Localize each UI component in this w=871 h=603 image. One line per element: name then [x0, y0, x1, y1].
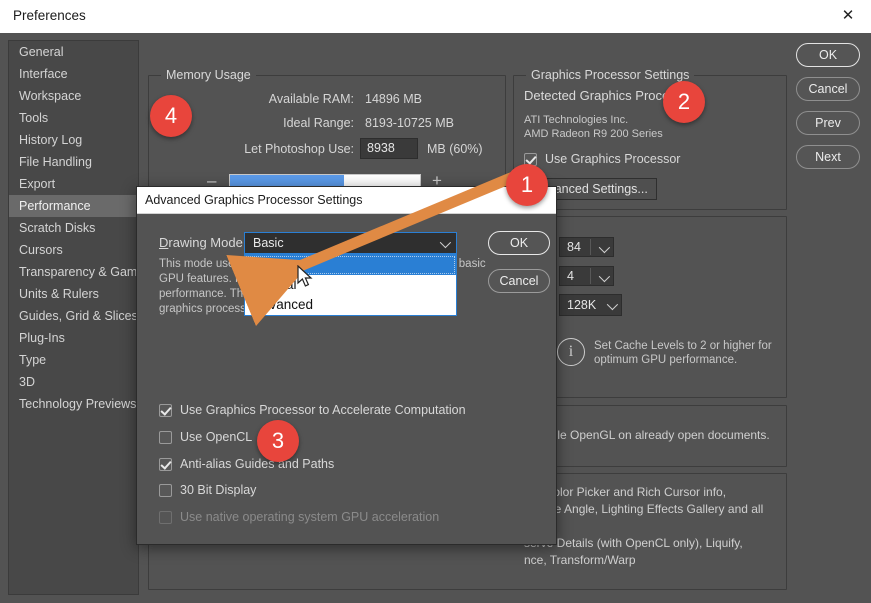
page-title: Preferences	[13, 8, 86, 23]
use-graphics-processor-row[interactable]: Use Graphics Processor	[524, 152, 680, 166]
drawing-mode-label-rest: rawing Mode:	[168, 235, 247, 250]
use-opencl-label: Use OpenCL	[180, 430, 253, 444]
cache-tile-size-value: 128K	[567, 298, 597, 312]
sidebar-item-scratch-disks[interactable]: Scratch Disks	[9, 217, 138, 239]
advanced-dialog-cancel-button[interactable]: Cancel	[488, 269, 550, 293]
graphics-processor-legend: Graphics Processor Settings	[526, 68, 695, 82]
anti-alias-guides-row[interactable]: Anti-alias Guides and Paths	[159, 457, 334, 471]
sidebar-item-units-rulers[interactable]: Units & Rulers	[9, 283, 138, 305]
gpu-description-line-1: t enable OpenGL on already open document…	[524, 428, 770, 442]
accelerate-computation-row[interactable]: Use Graphics Processor to Accelerate Com…	[159, 403, 466, 417]
anti-alias-guides-label: Anti-alias Guides and Paths	[180, 457, 335, 471]
history-states-value: 84	[567, 240, 581, 254]
native-os-gpu-row: Use native operating system GPU accelera…	[159, 510, 439, 524]
badge-3: 3	[257, 420, 299, 462]
sidebar-item-tools[interactable]: Tools	[9, 107, 138, 129]
prev-button[interactable]: Prev	[796, 111, 860, 135]
cache-info-line-2: optimum GPU performance.	[594, 354, 738, 366]
accelerate-computation-checkbox[interactable]	[159, 403, 172, 417]
memory-percent-label: MB (60%)	[427, 142, 483, 156]
gpu-vendor: ATI Technologies Inc.	[524, 114, 629, 126]
combo-separator	[590, 268, 591, 284]
ideal-range-label: Ideal Range:	[283, 116, 354, 130]
available-ram-value: 14896 MB	[365, 92, 422, 106]
info-icon: i	[557, 338, 585, 366]
chevron-down-icon	[439, 236, 452, 249]
use-graphics-processor-label: Use Graphics Processor	[545, 152, 681, 166]
badge-2: 2	[663, 81, 705, 123]
drawing-mode-value: Basic	[253, 236, 284, 250]
advanced-dialog-title-bar: Advanced Graphics Processor Settings	[137, 187, 556, 214]
30-bit-display-checkbox[interactable]	[159, 483, 172, 497]
sidebar-item-file-handling[interactable]: File Handling	[9, 151, 138, 173]
next-button[interactable]: Next	[796, 145, 860, 169]
cancel-button[interactable]: Cancel	[796, 77, 860, 101]
30-bit-display-label: 30 Bit Display	[180, 483, 257, 497]
chevron-down-icon	[606, 298, 619, 311]
cache-levels-combo[interactable]: 4	[559, 266, 614, 286]
memory-usage-legend: Memory Usage	[161, 68, 256, 82]
cache-tile-size-combo[interactable]: 128K	[559, 294, 622, 316]
history-states-combo[interactable]: 84	[559, 237, 614, 257]
combo-separator	[590, 239, 591, 255]
accelerate-computation-label: Use Graphics Processor to Accelerate Com…	[180, 403, 466, 417]
drawing-mode-option-normal[interactable]: Normal	[245, 275, 456, 295]
native-os-gpu-label: Use native operating system GPU accelera…	[180, 510, 440, 524]
advanced-graphics-dialog: Advanced Graphics Processor Settings Dra…	[136, 186, 557, 545]
close-icon[interactable]: ✕	[825, 0, 871, 32]
sidebar: General Interface Workspace Tools Histor…	[8, 40, 148, 595]
drawing-mode-option-basic[interactable]: Basic	[245, 255, 456, 275]
use-opencl-row[interactable]: Use OpenCL	[159, 430, 252, 444]
advanced-dialog-title: Advanced Graphics Processor Settings	[145, 193, 363, 207]
gpu-description-line-3: e Wide Angle, Lighting Effects Gallery a…	[524, 502, 764, 516]
chevron-down-icon	[598, 241, 611, 254]
drawing-mode-accel: D	[159, 235, 169, 250]
sidebar-item-type[interactable]: Type	[9, 349, 138, 371]
30-bit-display-row[interactable]: 30 Bit Display	[159, 483, 256, 497]
sidebar-item-history-log[interactable]: History Log	[9, 129, 138, 151]
drawing-mode-option-list[interactable]: Basic Normal Advanced	[244, 254, 457, 316]
let-photoshop-use-input[interactable]: 8938	[360, 138, 418, 159]
sidebar-item-3d[interactable]: 3D	[9, 371, 138, 393]
ok-button[interactable]: OK	[796, 43, 860, 67]
drawing-mode-label: Drawing Mode:	[159, 235, 246, 250]
advanced-dialog-ok-button[interactable]: OK	[488, 231, 550, 255]
let-photoshop-use-label: Let Photoshop Use:	[244, 142, 354, 156]
sidebar-item-export[interactable]: Export	[9, 173, 138, 195]
window-title-bar: Preferences ✕	[0, 0, 871, 34]
preferences-window: Preferences ✕ General Interface Workspac…	[0, 0, 871, 603]
mouse-cursor-icon	[297, 265, 313, 287]
native-os-gpu-checkbox	[159, 510, 172, 524]
sidebar-item-performance[interactable]: Performance	[9, 195, 138, 217]
ideal-range-value: 8193-10725 MB	[365, 116, 454, 130]
chevron-down-icon	[598, 270, 611, 283]
sidebar-item-transparency-gamut[interactable]: Transparency & Gamut	[9, 261, 148, 283]
badge-1: 1	[506, 164, 548, 206]
sidebar-item-cursors[interactable]: Cursors	[9, 239, 138, 261]
gpu-description-line-5: nce, Transform/Warp	[524, 553, 636, 567]
sidebar-item-guides-grid-slices[interactable]: Guides, Grid & Slices	[9, 305, 138, 327]
sidebar-item-technology-previews[interactable]: Technology Previews	[9, 393, 138, 415]
sidebar-item-interface[interactable]: Interface	[9, 63, 138, 85]
available-ram-label: Available RAM:	[268, 92, 354, 106]
sidebar-item-general[interactable]: General	[9, 41, 138, 63]
sidebar-item-workspace[interactable]: Workspace	[9, 85, 138, 107]
drawing-mode-option-advanced[interactable]: Advanced	[245, 295, 456, 315]
cache-levels-value: 4	[567, 269, 574, 283]
sidebar-item-plug-ins[interactable]: Plug-Ins	[9, 327, 138, 349]
cache-info-line-1: Set Cache Levels to 2 or higher for	[594, 340, 772, 352]
drawing-mode-select[interactable]: Basic	[244, 232, 457, 254]
gpu-model: AMD Radeon R9 200 Series	[524, 128, 663, 140]
badge-4: 4	[150, 95, 192, 137]
anti-alias-guides-checkbox[interactable]	[159, 457, 172, 471]
use-opencl-checkbox[interactable]	[159, 430, 172, 444]
